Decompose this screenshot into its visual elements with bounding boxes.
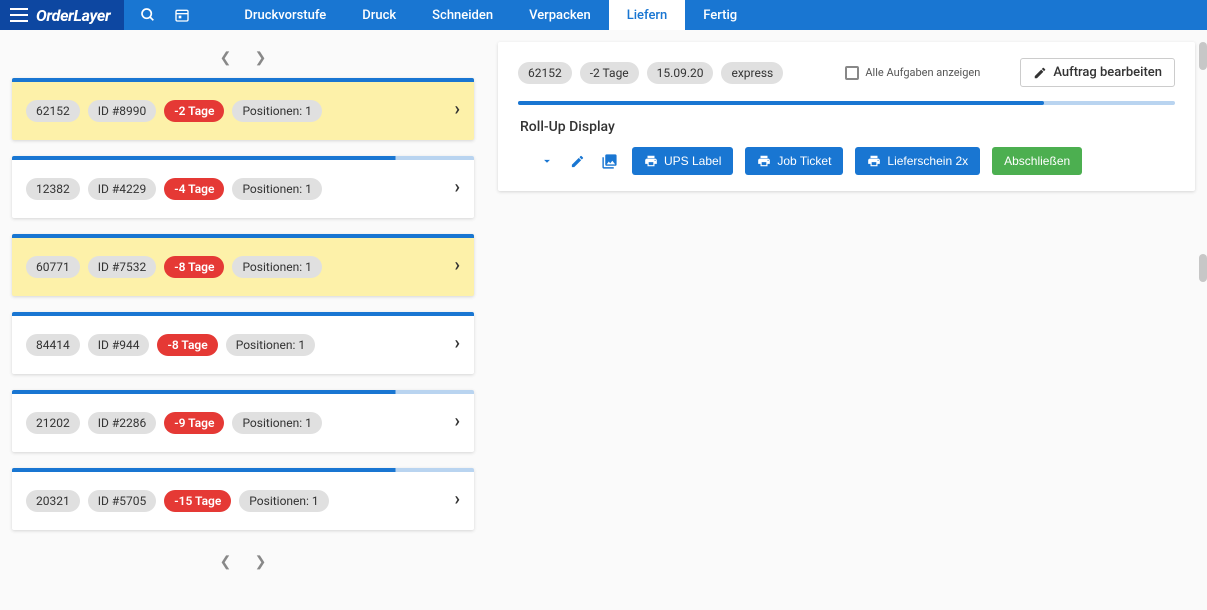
order-card[interactable]: 20321 ID #5705 -15 Tage Positionen: 1 › — [12, 468, 474, 530]
order-list: ❮ ❯ 62152ID #8990-2 TagePositionen: 1›12… — [12, 42, 474, 582]
chevron-right-icon[interactable]: › — [455, 99, 460, 120]
next-icon[interactable]: ❯ — [255, 50, 267, 66]
order-positions: Positionen: 1 — [232, 178, 321, 200]
nav-tab-verpacken[interactable]: Verpacken — [511, 0, 609, 30]
top-bar: OrderLayer DruckvorstufeDruckSchneidenVe… — [0, 0, 1207, 30]
detail-panel: 62152 -2 Tage 15.09.20 express Alle Aufg… — [498, 42, 1195, 191]
chevron-right-icon[interactable]: › — [455, 333, 460, 354]
order-days: -8 Tage — [157, 334, 217, 356]
menu-icon[interactable] — [10, 8, 28, 22]
chevron-right-icon[interactable]: › — [455, 255, 460, 276]
scroll-thumb[interactable] — [1199, 42, 1207, 70]
nav-tab-schneiden[interactable]: Schneiden — [414, 0, 511, 30]
next-icon[interactable]: ❯ — [255, 554, 267, 570]
complete-button[interactable]: Abschließen — [992, 147, 1082, 175]
image-icon[interactable] — [599, 151, 620, 172]
chevron-right-icon[interactable]: › — [455, 411, 460, 432]
order-card[interactable]: 12382 ID #4229 -4 Tage Positionen: 1 › — [12, 156, 474, 218]
detail-order-num: 62152 — [518, 62, 572, 84]
order-card[interactable]: 62152 ID #8990 -2 Tage Positionen: 1 › — [12, 78, 474, 140]
scrollbar[interactable] — [1199, 42, 1207, 602]
order-positions: Positionen: 1 — [232, 100, 321, 122]
app-logo: OrderLayer — [36, 6, 114, 25]
order-num: 62152 — [26, 100, 80, 122]
order-days: -9 Tage — [164, 412, 224, 434]
chevron-right-icon[interactable]: › — [455, 177, 460, 198]
detail-date: 15.09.20 — [647, 62, 714, 84]
main-nav: DruckvorstufeDruckSchneidenVerpackenLief… — [226, 0, 755, 30]
scroll-thumb[interactable] — [1199, 254, 1207, 282]
detail-area: 62152 -2 Tage 15.09.20 express Alle Aufg… — [498, 42, 1195, 582]
order-positions: Positionen: 1 — [232, 256, 321, 278]
pager-top: ❮ ❯ — [12, 42, 474, 78]
order-days: -2 Tage — [164, 100, 224, 122]
chevron-right-icon[interactable]: › — [455, 489, 460, 510]
order-id: ID #5705 — [88, 490, 156, 512]
expand-icon[interactable] — [538, 152, 556, 170]
job-ticket-button[interactable]: Job Ticket — [745, 147, 843, 175]
checkbox-icon[interactable] — [845, 66, 859, 80]
print-icon — [757, 154, 771, 168]
order-days: -8 Tage — [164, 256, 224, 278]
order-id: ID #2286 — [88, 412, 156, 434]
search-icon[interactable] — [140, 7, 156, 23]
order-card[interactable]: 84414 ID #944 -8 Tage Positionen: 1 › — [12, 312, 474, 374]
order-card[interactable]: 21202 ID #2286 -9 Tage Positionen: 1 › — [12, 390, 474, 452]
order-id: ID #944 — [88, 334, 150, 356]
delivery-note-button[interactable]: Lieferschein 2x — [855, 147, 980, 175]
order-card[interactable]: 60771 ID #7532 -8 Tage Positionen: 1 › — [12, 234, 474, 296]
nav-tab-liefern[interactable]: Liefern — [609, 0, 686, 30]
item-title: Roll-Up Display — [518, 119, 1175, 135]
pencil-icon — [1033, 66, 1047, 80]
nav-tab-druckvorstufe[interactable]: Druckvorstufe — [226, 0, 344, 30]
order-num: 84414 — [26, 334, 80, 356]
show-all-label: Alle Aufgaben anzeigen — [865, 66, 980, 79]
pager-bottom: ❮ ❯ — [12, 546, 474, 582]
prev-icon[interactable]: ❮ — [220, 50, 232, 66]
detail-progress — [518, 101, 1175, 105]
detail-days: -2 Tage — [580, 62, 639, 84]
top-bar-brand: OrderLayer — [0, 0, 124, 30]
order-days: -4 Tage — [164, 178, 224, 200]
order-num: 60771 — [26, 256, 80, 278]
order-id: ID #4229 — [88, 178, 156, 200]
order-positions: Positionen: 1 — [226, 334, 315, 356]
order-id: ID #7532 — [88, 256, 156, 278]
order-num: 20321 — [26, 490, 80, 512]
print-icon — [867, 154, 881, 168]
calendar-icon[interactable] — [174, 7, 190, 23]
order-days: -15 Tage — [164, 490, 231, 512]
order-num: 21202 — [26, 412, 80, 434]
detail-shipment: express — [721, 62, 783, 84]
prev-icon[interactable]: ❮ — [220, 554, 232, 570]
nav-tab-druck[interactable]: Druck — [344, 0, 414, 30]
order-positions: Positionen: 1 — [239, 490, 328, 512]
edit-order-button[interactable]: Auftrag bearbeiten — [1020, 58, 1175, 87]
show-all-toggle[interactable]: Alle Aufgaben anzeigen — [845, 66, 980, 80]
print-icon — [644, 154, 658, 168]
order-positions: Positionen: 1 — [232, 412, 321, 434]
edit-item-icon[interactable] — [568, 152, 587, 171]
nav-tab-fertig[interactable]: Fertig — [685, 0, 755, 30]
ups-label-button[interactable]: UPS Label — [632, 147, 733, 175]
order-num: 12382 — [26, 178, 80, 200]
order-id: ID #8990 — [88, 100, 156, 122]
